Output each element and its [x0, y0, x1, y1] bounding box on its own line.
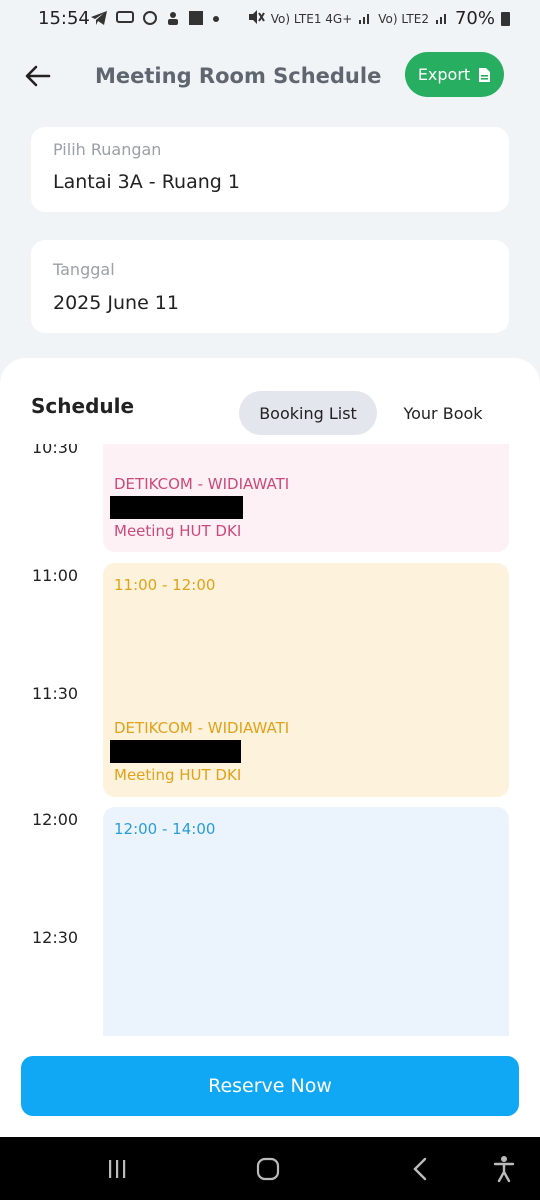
- booking-event[interactable]: 11:00 - 12:00 DETIKCOM - WIDIAWATI Meeti…: [103, 563, 509, 797]
- recent-apps-button[interactable]: [97, 1153, 137, 1185]
- accessibility-button[interactable]: [484, 1153, 524, 1185]
- network-1: Vo) LTE1 4G+: [270, 11, 353, 26]
- home-icon: [256, 1157, 280, 1181]
- schedule-timeline[interactable]: 10:30 11:00 11:30 12:00 12:30 DETIKCOM -…: [0, 444, 540, 1036]
- event-time: 11:00 - 12:00: [114, 576, 216, 594]
- home-button[interactable]: [248, 1153, 288, 1185]
- schedule-title: Schedule: [31, 394, 135, 418]
- app-icon: [188, 10, 204, 30]
- arrow-left-icon: [25, 65, 51, 87]
- redacted-block: [110, 740, 241, 763]
- time-label: 10:30: [32, 444, 79, 457]
- back-button[interactable]: [22, 60, 54, 92]
- battery-icon: [501, 11, 510, 26]
- event-time: 12:00 - 14:00: [114, 820, 216, 838]
- dot-icon: [212, 10, 220, 30]
- schedule-sheet: Schedule Booking List Your Book 10:30 11…: [0, 358, 540, 1138]
- signal-icon: [358, 10, 372, 27]
- date-label: Tanggal: [53, 260, 115, 279]
- time-label: 12:00: [32, 810, 79, 829]
- status-time: 15:54: [38, 8, 90, 29]
- time-label: 11:00: [32, 566, 79, 585]
- event-company: DETIKCOM - WIDIAWATI: [114, 475, 290, 493]
- telegram-icon: [90, 10, 108, 30]
- app-icon: [116, 10, 134, 30]
- room-selector[interactable]: Pilih Ruangan Lantai 3A - Ruang 1: [31, 127, 509, 212]
- event-title: Meeting HUT DKI: [114, 522, 242, 540]
- file-icon: [479, 67, 491, 82]
- date-value: 2025 June 11: [53, 292, 179, 314]
- event-company: DETIKCOM - WIDIAWATI: [114, 719, 290, 737]
- status-right: Vo) LTE1 4G+ Vo) LTE2 70%: [247, 8, 510, 29]
- date-field[interactable]: Tanggal 2025 June 11: [31, 240, 509, 333]
- page-title: Meeting Room Schedule: [95, 64, 382, 88]
- event-title: Meeting HUT DKI: [114, 766, 242, 784]
- export-label: Export: [417, 65, 471, 84]
- recent-apps-icon: [109, 1160, 126, 1178]
- room-label: Pilih Ruangan: [53, 140, 162, 159]
- booking-event[interactable]: DETIKCOM - WIDIAWATI Meeting HUT DKI: [103, 444, 509, 552]
- app-header: Meeting Room Schedule Export: [0, 38, 540, 118]
- time-label: 12:30: [32, 928, 79, 947]
- app-icon: [166, 10, 180, 30]
- signal-icon: [435, 10, 449, 27]
- time-label: 11:30: [32, 684, 79, 703]
- reserve-now-button[interactable]: Reserve Now: [21, 1056, 519, 1116]
- system-nav-bar: [0, 1137, 540, 1200]
- tab-your-book[interactable]: Your Book: [392, 391, 494, 435]
- redacted-block: [110, 496, 243, 519]
- accessibility-icon: [493, 1156, 515, 1183]
- mute-icon: [247, 9, 265, 28]
- export-button[interactable]: Export: [405, 52, 504, 97]
- network-2: Vo) LTE2: [378, 11, 429, 26]
- notification-icons: [90, 10, 220, 30]
- status-bar: 15:54 Vo) LTE1 4G+ Vo) LTE2 70%: [0, 0, 540, 38]
- room-value: Lantai 3A - Ruang 1: [53, 171, 240, 193]
- tab-booking-list[interactable]: Booking List: [239, 391, 377, 435]
- back-nav-button[interactable]: [400, 1153, 440, 1185]
- battery-percent: 70%: [454, 8, 495, 29]
- app-icon: [142, 10, 158, 30]
- chevron-left-icon: [413, 1157, 427, 1181]
- booking-event[interactable]: 12:00 - 14:00: [103, 807, 509, 1036]
